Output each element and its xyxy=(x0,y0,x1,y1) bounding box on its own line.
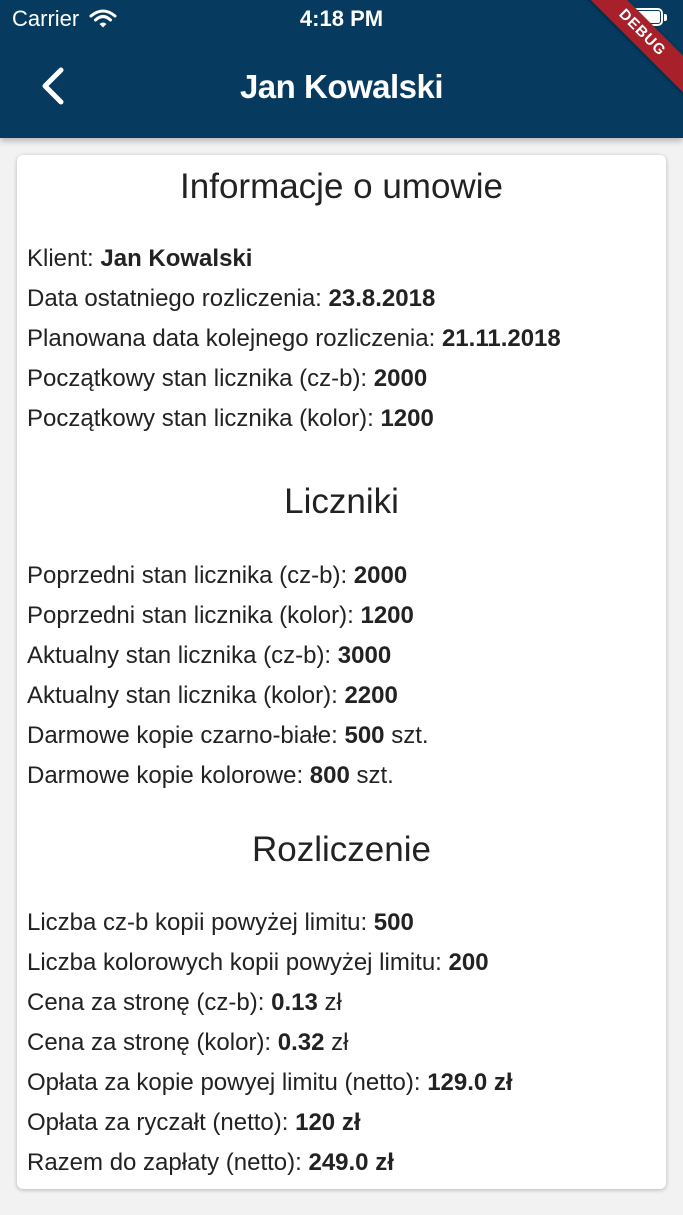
row-label: Początkowy stan licznika (cz-b): xyxy=(27,365,368,392)
billing-row-color-over-limit: Liczba kolorowych kopii powyżej limitu: … xyxy=(27,949,489,977)
billing-row-fee-over-limit: Opłata za kopie powyej limitu (netto): 1… xyxy=(27,1069,513,1097)
row-value: 23.8.2018 xyxy=(328,285,436,312)
row-value: 0.13 xyxy=(271,989,318,1016)
billing-row-flat-fee: Opłata za ryczałt (netto): 120 zł xyxy=(27,1109,361,1137)
row-value: 500 xyxy=(344,722,385,749)
row-label: Poprzedni stan licznika (kolor): xyxy=(27,602,354,629)
section-title-billing: Rozliczenie xyxy=(252,830,431,869)
row-value: 3000 xyxy=(337,642,392,669)
row-label: Data ostatniego rozliczenia: xyxy=(27,285,322,312)
counter-row-free-color: Darmowe kopie kolorowe: 800 szt. xyxy=(27,762,394,790)
row-label: Poprzedni stan licznika (cz-b): xyxy=(27,562,348,589)
counter-row-current-bw: Aktualny stan licznika (cz-b): 3000 xyxy=(27,642,391,670)
row-unit: zł xyxy=(331,1029,349,1056)
row-label: Klient: xyxy=(27,245,94,272)
row-value: 2000 xyxy=(353,562,408,589)
row-value: 120 zł xyxy=(295,1109,361,1136)
row-label: Darmowe kopie czarno-białe: xyxy=(27,722,338,749)
navigation-row: Jan Kowalski xyxy=(0,48,683,128)
info-row-last-settlement: Data ostatniego rozliczenia: 23.8.2018 xyxy=(27,285,435,313)
row-label: Aktualny stan licznika (cz-b): xyxy=(27,642,332,669)
row-label: Cena za stronę (kolor): xyxy=(27,1029,272,1056)
row-label: Liczba kolorowych kopii powyżej limitu: xyxy=(27,949,442,976)
row-label: Razem do zapłaty (netto): xyxy=(27,1149,302,1176)
info-row-initial-bw: Początkowy stan licznika (cz-b): 2000 xyxy=(27,365,427,393)
counter-row-prev-bw: Poprzedni stan licznika (cz-b): 2000 xyxy=(27,562,407,590)
row-value: 1200 xyxy=(380,405,434,432)
row-value: 129.0 zł xyxy=(427,1069,513,1096)
row-value: 200 xyxy=(448,949,489,976)
counter-row-free-bw: Darmowe kopie czarno-białe: 500 szt. xyxy=(27,722,429,750)
row-label: Liczba cz-b kopii powyżej limitu: xyxy=(27,909,368,936)
info-row-next-settlement: Planowana data kolejnego rozliczenia: 21… xyxy=(27,325,561,353)
row-label: Cena za stronę (cz-b): xyxy=(27,989,265,1016)
row-unit: szt. xyxy=(391,722,429,749)
row-value: 0.32 xyxy=(277,1029,325,1056)
row-label: Planowana data kolejnego rozliczenia: xyxy=(27,325,436,352)
row-value: Jan Kowalski xyxy=(100,245,253,272)
billing-row-price-bw: Cena za stronę (cz-b): 0.13 zł xyxy=(27,989,342,1017)
page-title: Jan Kowalski xyxy=(239,68,444,105)
billing-row-price-color: Cena za stronę (kolor): 0.32 zł xyxy=(27,1029,349,1057)
billing-row-bw-over-limit: Liczba cz-b kopii powyżej limitu: 500 xyxy=(27,909,414,937)
contract-card: Informacje o umowie Klient: Jan Kowalski… xyxy=(17,155,666,1189)
row-value: 21.11.2018 xyxy=(441,325,561,352)
row-value: 800 xyxy=(309,762,350,789)
status-bar: Carrier 4:18 PM xyxy=(0,0,683,40)
row-label: Darmowe kopie kolorowe: xyxy=(27,762,304,789)
info-row-initial-color: Początkowy stan licznika (kolor): 1200 xyxy=(27,405,434,433)
counter-row-current-color: Aktualny stan licznika (kolor): 2200 xyxy=(27,682,398,710)
row-unit: szt. xyxy=(356,762,394,789)
row-value: 249.0 zł xyxy=(308,1149,394,1176)
row-label: Opłata za ryczałt (netto): xyxy=(27,1109,289,1136)
row-value: 500 xyxy=(373,909,414,936)
row-unit: zł xyxy=(324,989,342,1016)
row-value: 2000 xyxy=(373,365,428,392)
info-row-client: Klient: Jan Kowalski xyxy=(27,245,252,273)
section-title-contract: Informacje o umowie xyxy=(180,167,503,206)
row-label: Opłata za kopie powyej limitu (netto): xyxy=(27,1069,421,1096)
row-label: Aktualny stan licznika (kolor): xyxy=(27,682,338,709)
billing-row-total: Razem do zapłaty (netto): 249.0 zł xyxy=(27,1149,394,1177)
section-title-counters: Liczniki xyxy=(284,482,399,521)
status-time: 4:18 PM xyxy=(299,6,384,31)
row-value: 2200 xyxy=(344,682,398,709)
row-label: Początkowy stan licznika (kolor): xyxy=(27,405,374,432)
counter-row-prev-color: Poprzedni stan licznika (kolor): 1200 xyxy=(27,602,414,630)
row-value: 1200 xyxy=(360,602,414,629)
app-bar: Carrier 4:18 PM Jan Kowalski DEBUG xyxy=(0,0,683,138)
